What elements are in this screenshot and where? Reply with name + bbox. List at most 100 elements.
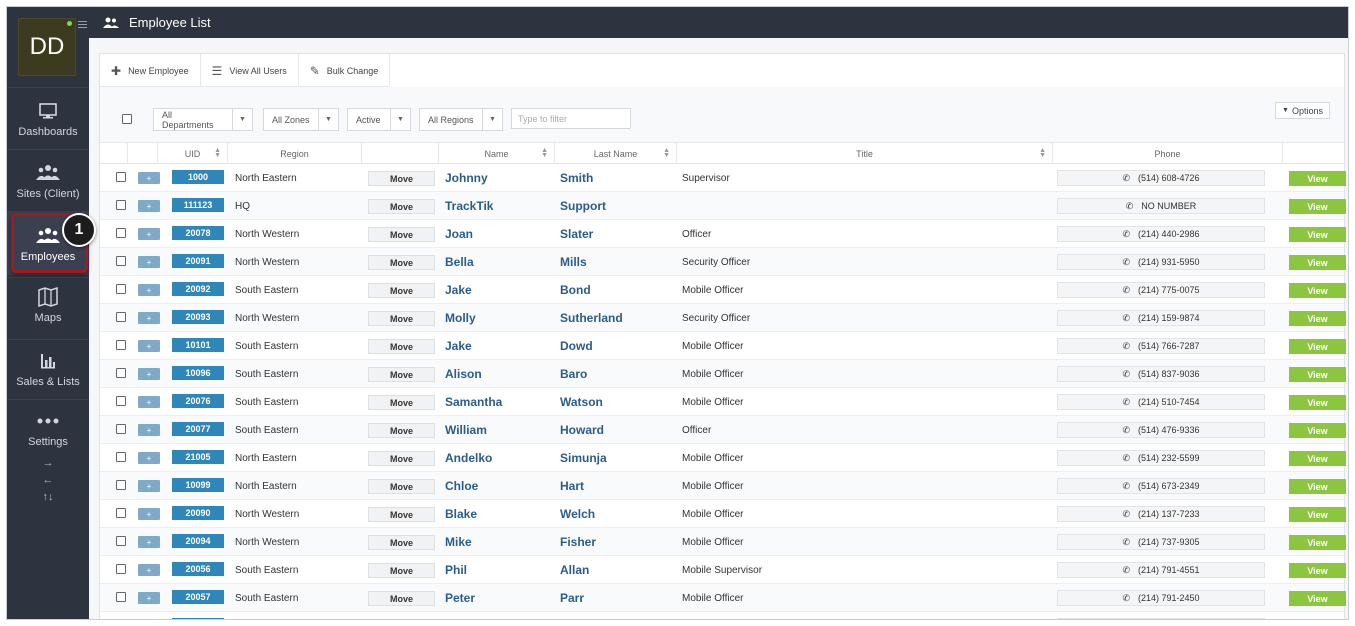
uid-badge[interactable]: 1000 — [172, 170, 224, 184]
new-employee-button[interactable]: ✚ New Employee — [100, 54, 201, 87]
expand-button[interactable]: + — [138, 424, 160, 436]
zone-dropdown[interactable]: All Zones ▼ — [263, 108, 339, 131]
move-button[interactable]: Move — [368, 395, 435, 410]
expand-button[interactable]: + — [138, 452, 160, 464]
sidebar-item-sales-lists[interactable]: Sales & Lists — [7, 339, 89, 399]
first-name-link[interactable]: Andelko — [445, 444, 492, 472]
move-button[interactable]: Move — [368, 227, 435, 242]
uid-badge[interactable]: 111123 — [172, 198, 224, 212]
expand-button[interactable]: + — [138, 228, 160, 240]
sidebar-item-maps[interactable]: Maps — [7, 277, 89, 339]
move-button[interactable]: Move — [368, 619, 435, 620]
filter-input[interactable]: Type to filter — [511, 108, 631, 129]
view-button[interactable]: View — [1289, 283, 1346, 298]
uid-badge[interactable]: 10099 — [172, 478, 224, 492]
view-button[interactable]: View — [1289, 535, 1346, 550]
first-name-link[interactable]: Jake — [445, 332, 472, 360]
status-dropdown[interactable]: Active ▼ — [347, 108, 411, 131]
column-region[interactable]: Region — [228, 143, 362, 164]
phone-button[interactable]: ✆ (514) 232-5599 — [1057, 450, 1265, 466]
row-checkbox[interactable] — [116, 340, 126, 350]
last-name-link[interactable]: Parr — [560, 584, 584, 612]
first-name-link[interactable]: Joan — [445, 220, 473, 248]
uid-badge[interactable]: 20078 — [172, 226, 224, 240]
expand-button[interactable]: + — [138, 256, 160, 268]
uid-badge[interactable]: 20092 — [172, 282, 224, 296]
phone-button[interactable]: ✆ (514) 766-7287 — [1057, 338, 1265, 354]
phone-button[interactable]: ✆ (214) 159-9874 — [1057, 310, 1265, 326]
last-name-link[interactable]: Howard — [560, 416, 604, 444]
sidebar-item-dashboards[interactable]: Dashboards — [7, 87, 89, 149]
first-name-link[interactable]: Bella — [445, 248, 474, 276]
row-checkbox[interactable] — [116, 228, 126, 238]
region-dropdown[interactable]: All Regions ▼ — [419, 108, 503, 131]
first-name-link[interactable]: Johnny — [445, 164, 488, 192]
move-button[interactable]: Move — [368, 311, 435, 326]
view-button[interactable]: View — [1289, 367, 1346, 382]
options-button[interactable]: ▼ Options — [1275, 102, 1330, 119]
row-checkbox[interactable] — [116, 564, 126, 574]
phone-button[interactable]: ✆ (514) 837-9036 — [1057, 366, 1265, 382]
expand-button[interactable]: + — [138, 200, 160, 212]
move-button[interactable]: Move — [368, 451, 435, 466]
first-name-link[interactable]: Mike — [445, 528, 472, 556]
uid-badge[interactable]: 10101 — [172, 338, 224, 352]
last-name-link[interactable]: Fisher — [560, 528, 596, 556]
column-name[interactable]: Name ▲ ▼ — [439, 143, 555, 164]
phone-button[interactable]: ✆ (214) 931-5950 — [1057, 254, 1265, 270]
first-name-link[interactable]: Jake — [445, 276, 472, 304]
last-name-link[interactable]: Watson — [560, 388, 603, 416]
row-checkbox[interactable] — [116, 172, 126, 182]
row-checkbox[interactable] — [116, 536, 126, 546]
move-button[interactable]: Move — [368, 339, 435, 354]
last-name-link[interactable]: Bond — [560, 276, 591, 304]
view-button[interactable]: View — [1289, 395, 1346, 410]
move-button[interactable]: Move — [368, 563, 435, 578]
first-name-link[interactable]: Samantha — [445, 388, 502, 416]
move-button[interactable]: Move — [368, 171, 435, 186]
row-checkbox[interactable] — [116, 480, 126, 490]
uid-badge[interactable]: 20094 — [172, 534, 224, 548]
expand-button[interactable]: + — [138, 340, 160, 352]
uid-badge[interactable]: 20077 — [172, 422, 224, 436]
expand-button[interactable]: + — [138, 368, 160, 380]
expand-button[interactable]: + — [138, 592, 160, 604]
row-checkbox[interactable] — [116, 396, 126, 406]
first-name-link[interactable]: Sally — [445, 612, 473, 619]
uid-badge[interactable]: 10096 — [172, 366, 224, 380]
last-name-link[interactable]: Hart — [560, 472, 584, 500]
uid-badge[interactable]: 20093 — [172, 310, 224, 324]
first-name-link[interactable]: Molly — [445, 304, 476, 332]
row-checkbox[interactable] — [116, 592, 126, 602]
select-all-checkbox[interactable] — [122, 114, 132, 124]
view-button[interactable]: View — [1289, 227, 1346, 242]
row-checkbox[interactable] — [116, 452, 126, 462]
view-button[interactable]: View — [1289, 339, 1346, 354]
phone-button[interactable]: ✆(214) 651-9521 — [1057, 618, 1265, 619]
phone-button[interactable]: ✆ (214) 775-0075 — [1057, 282, 1265, 298]
column-uid[interactable]: UID ▲ ▼ — [158, 143, 228, 164]
uid-badge[interactable]: 21005 — [172, 450, 224, 464]
phone-button[interactable]: ✆ (214) 510-7454 — [1057, 394, 1265, 410]
row-checkbox[interactable] — [116, 256, 126, 266]
sidebar-item-settings[interactable]: Settings — [7, 399, 89, 455]
phone-button[interactable]: ✆ (214) 137-7233 — [1057, 506, 1265, 522]
expand-button[interactable]: + — [138, 480, 160, 492]
first-name-link[interactable]: Blake — [445, 500, 477, 528]
last-name-link[interactable]: Sutherland — [560, 304, 623, 332]
view-button[interactable]: View — [1289, 479, 1346, 494]
last-name-link[interactable]: Slater — [560, 220, 593, 248]
uid-badge[interactable]: 20090 — [172, 506, 224, 520]
expand-button[interactable]: + — [138, 284, 160, 296]
last-name-link[interactable]: Welch — [560, 500, 595, 528]
expand-button[interactable]: + — [138, 564, 160, 576]
row-checkbox[interactable] — [116, 312, 126, 322]
move-button[interactable]: Move — [368, 591, 435, 606]
expand-button[interactable]: + — [138, 172, 160, 184]
last-name-link[interactable]: Smith — [560, 164, 593, 192]
last-name-link[interactable]: Allan — [560, 556, 589, 584]
view-button[interactable]: View — [1289, 171, 1346, 186]
first-name-link[interactable]: Peter — [445, 584, 475, 612]
row-checkbox[interactable] — [116, 368, 126, 378]
view-button[interactable]: View — [1289, 451, 1346, 466]
